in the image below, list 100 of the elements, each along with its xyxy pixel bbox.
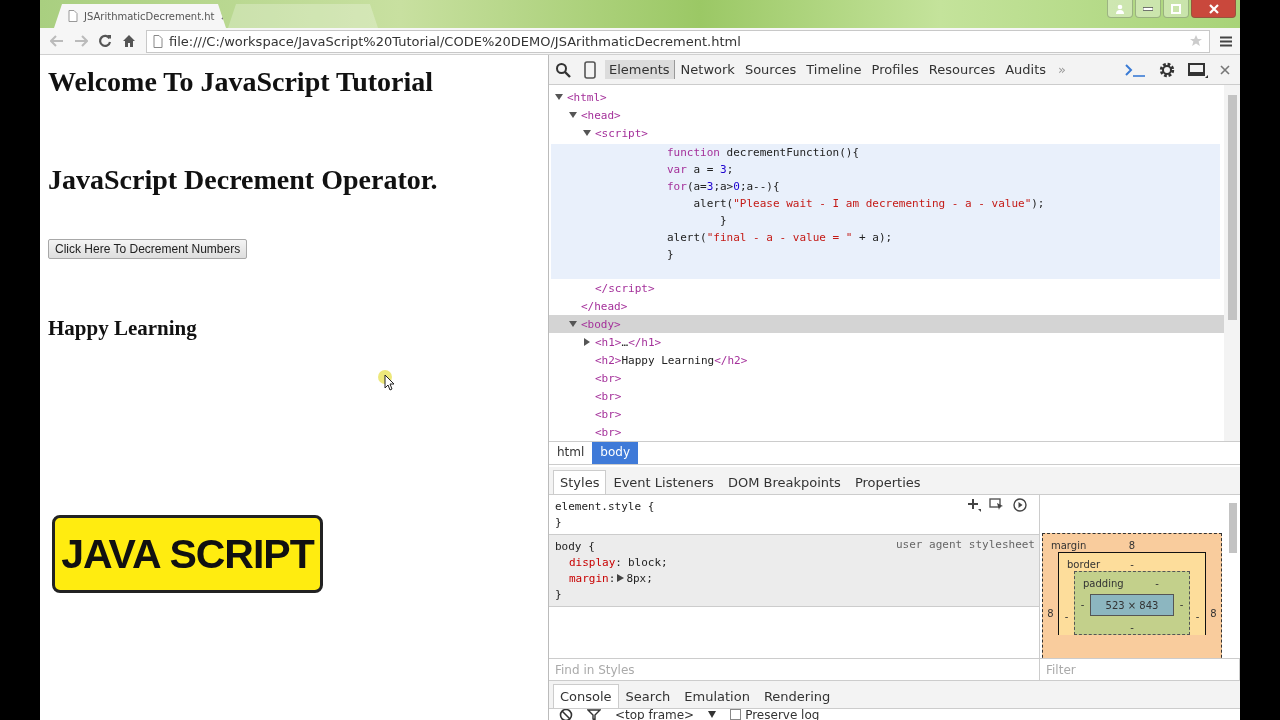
selector-text: element.style { [555,499,655,513]
dom-node-row[interactable]: <br> [549,405,1224,423]
menu-icon[interactable] [1220,35,1232,47]
settings-icon[interactable] [1158,60,1176,79]
dom-node-row[interactable]: <script> [549,124,1224,142]
dom-node-row[interactable]: </head> [549,297,1224,315]
box-value: - [1130,558,1134,570]
dom-node-row[interactable]: <br> [549,387,1224,405]
star-icon[interactable] [1189,34,1203,48]
property-name[interactable]: display [569,555,616,569]
box-value: - [1155,577,1159,589]
separator-text: : [615,555,622,569]
plus-icon[interactable] [967,498,981,512]
console-prompt-icon[interactable] [1124,62,1146,77]
drawer-tab[interactable]: Console [553,684,619,708]
tag-text: <head> [581,108,621,122]
dom-node-row[interactable]: <br> [549,423,1224,441]
play-circle-icon[interactable] [1013,498,1027,512]
separator-text: : [608,571,616,585]
box-label: border [1067,558,1100,570]
devtools-tab[interactable]: Elements [605,60,675,79]
page-heading: Welcome To JavaScript Tutorial [48,65,434,99]
dom-node-row[interactable]: </script> [549,279,1224,297]
disclosure-triangle-icon[interactable] [583,129,591,137]
stylesheet-source: user agent stylesheet [895,538,1035,551]
tag-text: <br> [595,407,622,421]
devtools-tab[interactable]: Audits [1001,60,1051,79]
address-bar[interactable]: file:///C:/workspace/JavaScript%20Tutorial/CODE%20DEMO/JSArithmaticDecrement.html [146,29,1210,53]
tag-text: <h1> [595,335,622,349]
box-label: margin [1051,539,1087,551]
disclosure-triangle-icon[interactable] [569,320,577,328]
box-value: - [1194,610,1201,622]
expand-triangle-icon[interactable] [617,574,625,582]
filter-icon[interactable] [587,709,601,720]
dom-node-row[interactable]: <h1>…</h1> [549,333,1224,351]
box-value: 8 [1128,539,1136,551]
tag-text: <br> [595,371,622,385]
property-name[interactable]: margin [569,571,609,585]
property-value[interactable]: 8px; [626,571,653,585]
selector-text: body { [555,539,595,553]
page-icon [68,10,78,22]
styles-tab[interactable]: Event Listeners [606,470,721,494]
disclosure-triangle-icon[interactable] [555,93,563,101]
mouse-pointer-icon [377,369,397,391]
tag-text: <script> [595,126,648,140]
search-icon[interactable] [555,61,571,78]
code-line: alert("final - a - value = " + a); [667,231,894,246]
dom-node-row[interactable]: <body> [549,315,1224,333]
page-subheading: JavaScript Decrement Operator. [48,163,438,197]
scrollbar[interactable] [1224,85,1240,441]
dropdown-triangle-icon[interactable] [708,711,717,718]
box-value: - [1079,598,1086,610]
property-value[interactable]: block; [628,555,668,569]
devtools-tab[interactable]: Sources [740,60,801,79]
home-icon[interactable] [122,34,136,48]
disclosure-triangle-icon[interactable] [583,338,591,346]
close-button[interactable] [1191,0,1236,18]
box-value: - [1130,621,1134,633]
drawer-tab[interactable]: Rendering [756,684,838,708]
ellipsis-text: … [621,335,629,349]
box-value: 8 [1209,607,1218,619]
box-label: padding [1083,577,1124,589]
dom-node-row[interactable]: <br> [549,369,1224,387]
tag-text: </h1> [628,335,662,349]
content-box: 523 × 843 [1090,594,1174,616]
tag-text: </head> [581,299,628,313]
logo: JAVA SCRIPT [52,515,323,593]
mobile-device-icon[interactable] [583,60,597,79]
drawer-tab[interactable]: Emulation [677,684,757,708]
disclosure-triangle-icon[interactable] [569,111,577,119]
styles-tab[interactable]: Properties [847,470,928,494]
dom-node-row[interactable]: <head> [549,106,1224,124]
dom-node-row[interactable]: <h2>Happy Learning</h2> [549,351,1224,369]
tag-text: <h2> [595,353,622,367]
breadcrumb[interactable]: html [549,442,593,464]
tag-text: <br> [595,425,622,439]
tag-text: </script> [595,281,655,295]
brace-text: } [555,587,562,601]
devtools-tab[interactable]: Timeline [802,60,866,79]
box-value: 8 [1046,607,1055,619]
devtools-tab[interactable]: Profiles [867,60,923,79]
clear-console-icon[interactable] [559,709,573,720]
dom-node-row[interactable]: <html> [549,88,1224,106]
tag-text: <br> [595,389,622,403]
minimize-button[interactable] [1135,0,1161,18]
code-line: } [718,214,728,229]
code-line: function decrementFunction(){ [667,146,861,161]
dock-icon[interactable] [1188,61,1208,78]
devtools-tab[interactable]: Resources [924,60,1000,79]
styles-tab[interactable]: DOM Breakpoints [720,470,848,494]
tag-text: <body> [581,317,621,331]
breadcrumb[interactable]: body [592,442,639,464]
brace-text: } [555,515,562,529]
page-footer-heading: Happy Learning [48,316,197,341]
devtools-tab[interactable]: Network [676,60,739,79]
reload-icon[interactable] [98,34,112,48]
decrement-button[interactable]: Click Here To Decrement Numbers [48,239,248,259]
checkbox[interactable] [730,709,742,720]
drawer-tab[interactable]: Search [618,684,678,708]
styles-tab[interactable]: Styles [553,470,607,494]
